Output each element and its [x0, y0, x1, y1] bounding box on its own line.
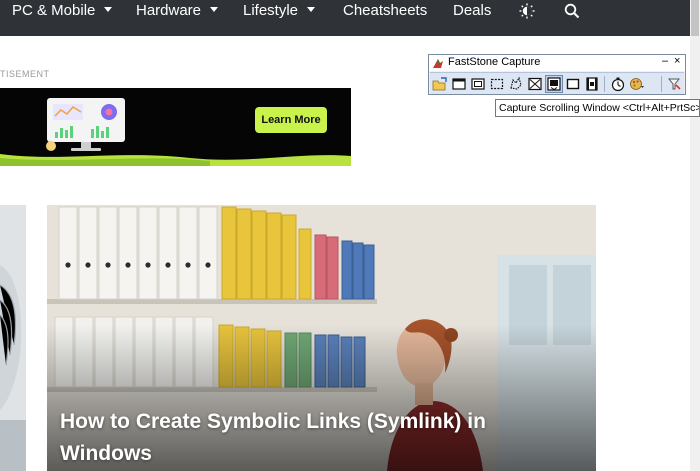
delay-timer-icon[interactable] — [610, 76, 626, 92]
capture-window-object-icon[interactable] — [470, 76, 486, 92]
faststone-title: FastStone Capture — [448, 56, 541, 68]
ad-illustration — [46, 98, 125, 151]
toolbar-separator — [661, 76, 662, 92]
capture-fixed-region-icon[interactable] — [565, 76, 581, 92]
nav-item-hardware[interactable]: Hardware — [136, 0, 219, 22]
nav-item-deals[interactable]: Deals — [453, 0, 491, 22]
nav-item-label: Lifestyle — [243, 2, 299, 19]
capture-rectangular-region-icon[interactable] — [489, 76, 505, 92]
theme-toggle-icon[interactable] — [519, 3, 535, 19]
learn-more-button[interactable]: Learn More — [255, 107, 327, 133]
article-title[interactable]: How to Create Symbolic Links (Symlink) i… — [60, 406, 580, 470]
screen-recorder-icon[interactable] — [584, 76, 600, 92]
nav-item-label: Cheatsheets — [343, 2, 428, 19]
capture-scrolling-window-icon[interactable] — [545, 75, 563, 93]
nav-item-label: Deals — [453, 2, 492, 19]
article-card[interactable]: How to Create Symbolic Links (Symlink) i… — [47, 205, 596, 471]
faststone-titlebar[interactable]: FastStone Capture – × — [429, 55, 685, 71]
nav-item-pc-mobile[interactable]: PC & Mobile — [12, 0, 113, 22]
search-icon[interactable] — [564, 3, 580, 19]
nav-item-lifestyle[interactable]: Lifestyle — [243, 0, 316, 22]
caret-down-icon — [104, 7, 113, 12]
article-card-previous[interactable] — [0, 205, 26, 471]
caret-down-icon — [210, 7, 219, 12]
caret-down-icon — [307, 7, 316, 12]
nav-item-label: Hardware — [136, 2, 202, 19]
faststone-logo-icon — [433, 59, 443, 68]
output-destination-icon[interactable] — [629, 76, 645, 92]
open-file-icon[interactable] — [432, 76, 448, 92]
toolbar-separator — [604, 76, 605, 92]
nav-item-label: PC & Mobile — [12, 2, 96, 19]
capture-active-window-icon[interactable] — [451, 76, 467, 92]
faststone-capture-window[interactable]: FastStone Capture – × — [428, 54, 686, 95]
minimize-button[interactable]: – — [662, 55, 668, 67]
top-navigation: PC & Mobile Hardware Lifestyle Cheatshee… — [0, 0, 690, 36]
advertisement-label: TISEMENT — [0, 69, 50, 79]
article-thumbnail — [0, 205, 26, 471]
faststone-toolbar — [430, 72, 684, 94]
nav-item-cheatsheets[interactable]: Cheatsheets — [343, 0, 427, 22]
capture-freehand-region-icon[interactable] — [508, 76, 524, 92]
scrollbar-thumb[interactable] — [691, 0, 699, 36]
scrollbar[interactable] — [690, 0, 700, 471]
close-button[interactable]: × — [674, 55, 680, 67]
page: PC & Mobile Hardware Lifestyle Cheatshee… — [0, 0, 700, 471]
tooltip: Capture Scrolling Window <Ctrl+Alt+PrtSc… — [495, 99, 700, 117]
settings-icon[interactable] — [666, 76, 682, 92]
capture-fullscreen-icon[interactable] — [527, 76, 543, 92]
